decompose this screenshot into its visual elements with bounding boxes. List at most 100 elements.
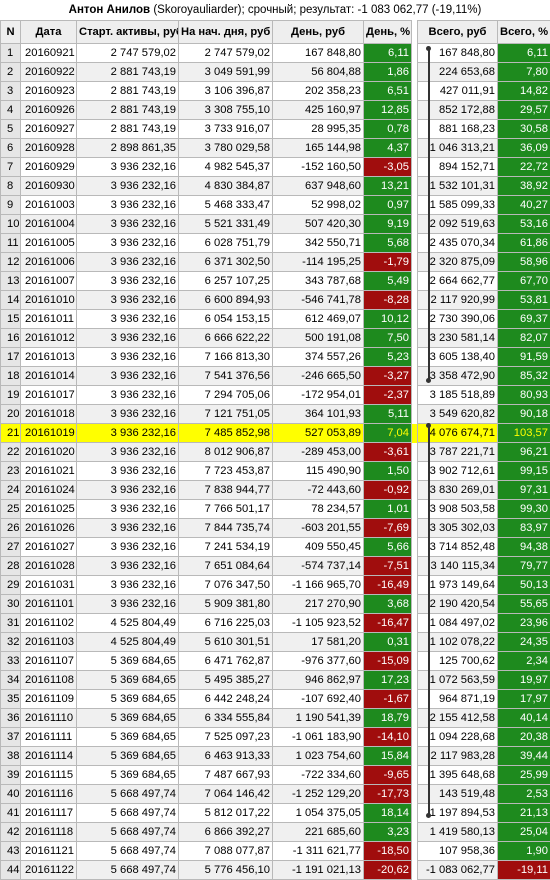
cell-day-rub: 500 191,08 (273, 329, 364, 348)
cell-date: 20161010 (21, 291, 77, 310)
cell-day-begin: 6 028 751,79 (179, 234, 273, 253)
cell-date: 20161118 (21, 823, 77, 842)
cell-start-assets: 5 369 684,65 (77, 709, 179, 728)
cell-gap (412, 709, 418, 728)
cell-start-assets: 5 668 497,74 (77, 842, 179, 861)
cell-day-rub: -546 741,78 (273, 291, 364, 310)
cell-date: 20161019 (21, 424, 77, 443)
cell-day-begin: 6 716 225,03 (179, 614, 273, 633)
cell-gap (412, 671, 418, 690)
cell-gap (412, 519, 418, 538)
cell-total-pct: 30,58 (498, 120, 550, 139)
table-row: 32201611034 525 804,495 610 301,5117 581… (1, 633, 550, 652)
cell-date: 20161020 (21, 443, 77, 462)
cell-n: 4 (1, 101, 21, 120)
cell-day-begin: 7 487 667,93 (179, 766, 273, 785)
cell-total-rub: -1 083 062,77 (418, 861, 498, 880)
cell-total-pct: 29,57 (498, 101, 550, 120)
cell-n: 18 (1, 367, 21, 386)
cell-day-rub: 342 550,71 (273, 234, 364, 253)
cell-n: 38 (1, 747, 21, 766)
table-row: 6201609282 898 861,353 780 029,58165 144… (1, 139, 550, 158)
cell-n: 29 (1, 576, 21, 595)
results-table-wrap: N Дата Старт. активы, руб На нач. дня, р… (0, 20, 550, 880)
cell-date: 20161027 (21, 538, 77, 557)
cell-day-begin: 7 294 705,06 (179, 386, 273, 405)
cell-day-pct: 0,78 (364, 120, 412, 139)
cell-day-rub: 612 469,07 (273, 310, 364, 329)
cell-day-begin: 6 371 302,50 (179, 253, 273, 272)
cell-total-pct: 20,38 (498, 728, 550, 747)
cell-start-assets: 3 936 232,16 (77, 386, 179, 405)
cell-date: 20161107 (21, 652, 77, 671)
cell-day-rub: -1 061 183,90 (273, 728, 364, 747)
col-header-total-pct: Всего, % (498, 21, 550, 44)
cell-start-assets: 3 936 232,16 (77, 367, 179, 386)
cell-day-pct: -15,09 (364, 652, 412, 671)
cell-day-rub: 28 995,35 (273, 120, 364, 139)
cell-day-begin: 4 982 545,37 (179, 158, 273, 177)
cell-total-pct: 14,82 (498, 82, 550, 101)
cell-n: 36 (1, 709, 21, 728)
cell-day-pct: 3,23 (364, 823, 412, 842)
cell-total-pct: 99,15 (498, 462, 550, 481)
cell-start-assets: 4 525 804,49 (77, 633, 179, 652)
cell-start-assets: 3 936 232,16 (77, 405, 179, 424)
cell-date: 20161115 (21, 766, 77, 785)
cell-total-pct: 40,27 (498, 196, 550, 215)
cell-n: 40 (1, 785, 21, 804)
cell-day-rub: 409 550,45 (273, 538, 364, 557)
report-title: Антон Анилов (Skoroyauliarder); срочный;… (0, 0, 550, 20)
cell-gap (412, 291, 418, 310)
cell-n: 9 (1, 196, 21, 215)
cell-day-begin: 5 776 456,10 (179, 861, 273, 880)
cell-start-assets: 3 936 232,16 (77, 310, 179, 329)
cell-total-pct: 23,96 (498, 614, 550, 633)
cell-day-pct: 1,86 (364, 63, 412, 82)
cell-total-pct: 82,07 (498, 329, 550, 348)
cell-day-begin: 3 780 029,58 (179, 139, 273, 158)
cell-total-pct: 38,92 (498, 177, 550, 196)
cell-date: 20161108 (21, 671, 77, 690)
cell-day-begin: 6 442 248,24 (179, 690, 273, 709)
cell-date: 20161121 (21, 842, 77, 861)
cell-day-pct: -8,28 (364, 291, 412, 310)
range-bracket-1 (428, 50, 430, 380)
cell-start-assets: 2 747 579,02 (77, 44, 179, 63)
cell-day-pct: 6,11 (364, 44, 412, 63)
cell-total-pct: 55,65 (498, 595, 550, 614)
cell-day-pct: -17,73 (364, 785, 412, 804)
cell-day-pct: 7,50 (364, 329, 412, 348)
header-row: N Дата Старт. активы, руб На нач. дня, р… (1, 21, 550, 44)
cell-n: 12 (1, 253, 21, 272)
cell-date: 20160929 (21, 158, 77, 177)
cell-day-pct: -3,61 (364, 443, 412, 462)
cell-gap (412, 576, 418, 595)
cell-total-pct: 40,14 (498, 709, 550, 728)
cell-n: 6 (1, 139, 21, 158)
cell-n: 2 (1, 63, 21, 82)
cell-total-pct: 79,77 (498, 557, 550, 576)
table-row: 37201611115 369 684,657 525 097,23-1 061… (1, 728, 550, 747)
cell-date: 20161026 (21, 519, 77, 538)
cell-n: 37 (1, 728, 21, 747)
cell-day-rub: 17 581,20 (273, 633, 364, 652)
col-header-day-begin: На нач. дня, руб (179, 21, 273, 44)
cell-day-pct: -16,49 (364, 576, 412, 595)
cell-day-begin: 3 733 916,07 (179, 120, 273, 139)
cell-start-assets: 3 936 232,16 (77, 462, 179, 481)
cell-total-pct: 53,81 (498, 291, 550, 310)
cell-gap (412, 272, 418, 291)
cell-gap (412, 747, 418, 766)
cell-start-assets: 3 936 232,16 (77, 576, 179, 595)
cell-n: 8 (1, 177, 21, 196)
cell-total-pct: 61,86 (498, 234, 550, 253)
cell-start-assets: 3 936 232,16 (77, 291, 179, 310)
cell-day-rub: -1 311 621,77 (273, 842, 364, 861)
cell-date: 20161011 (21, 310, 77, 329)
cell-day-begin: 5 468 333,47 (179, 196, 273, 215)
cell-day-rub: -722 334,60 (273, 766, 364, 785)
cell-day-rub: -172 954,01 (273, 386, 364, 405)
cell-day-begin: 3 049 591,99 (179, 63, 273, 82)
cell-day-rub: 343 787,68 (273, 272, 364, 291)
